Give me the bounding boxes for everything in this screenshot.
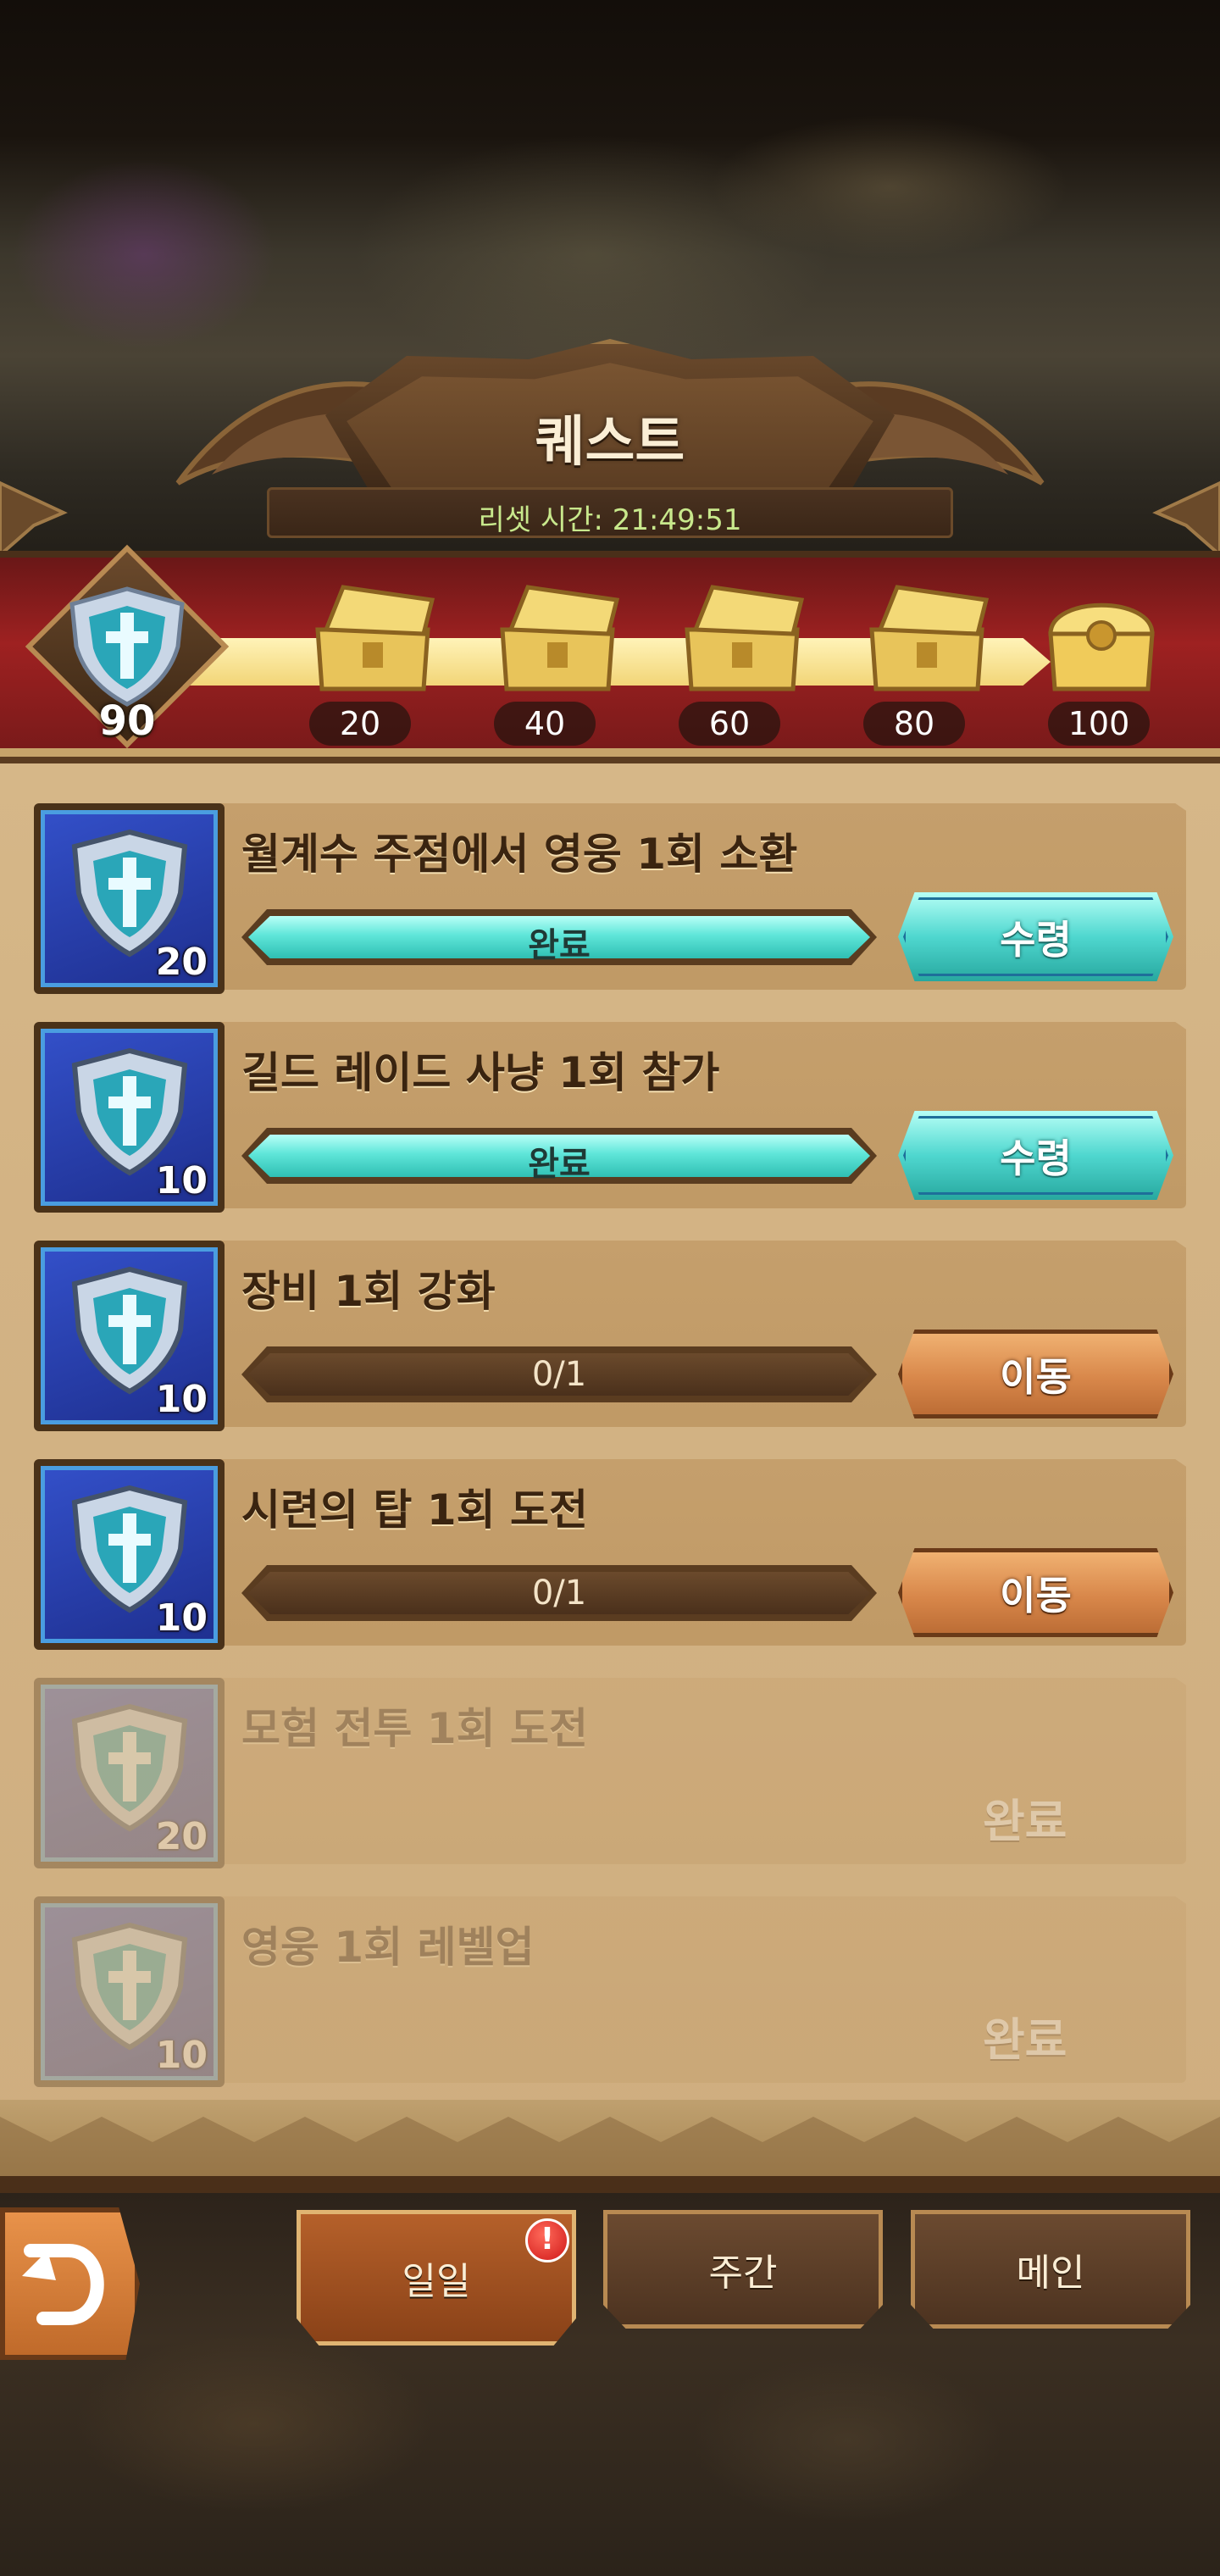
panel-bottom-border — [0, 2100, 1220, 2193]
reward-amount: 10 — [155, 2034, 208, 2077]
milestone-label: 60 — [679, 702, 780, 746]
quest-item: 20 월계수 주점에서 영웅 1회 소환 완료 수령 — [34, 803, 1186, 994]
quest-title: 월계수 주점에서 영웅 1회 소환 — [241, 830, 798, 879]
quest-progress-bar: 완료 — [241, 1128, 877, 1184]
quest-item: 10 길드 레이드 사냥 1회 참가 완료 수령 — [34, 1022, 1186, 1213]
quest-reward-icon: 10 — [34, 1022, 225, 1213]
tab-daily-label: 일일 — [402, 2260, 471, 2303]
quest-title: 영웅 1회 레벨업 — [241, 1923, 535, 1972]
quest-reward-icon: 10 — [34, 1241, 225, 1431]
title-plaque: 퀘스트 리셋 시간: 21:49:51 — [144, 305, 1076, 551]
shield-icon — [69, 586, 185, 707]
alert-badge: ! — [525, 2218, 569, 2262]
quest-title: 길드 레이드 사냥 1회 참가 — [241, 1048, 720, 1097]
milestone-label: 80 — [863, 702, 965, 746]
tab-main-label: 메인 — [1016, 2251, 1085, 2295]
quest-title: 모험 전투 1회 도전 — [241, 1704, 589, 1753]
reward-chest-icon[interactable] — [674, 583, 810, 693]
milestone-label: 40 — [494, 702, 596, 746]
reward-amount: 10 — [155, 1159, 208, 1202]
points-emblem: 90 — [17, 544, 237, 752]
quest-item-completed: 20 모험 전투 1회 도전 완료 — [34, 1678, 1186, 1868]
quest-reward-icon: 20 — [34, 803, 225, 994]
quest-panel: 90 20 40 60 80 100 20 월계수 주점에서 영웅 1회 소환 … — [0, 544, 1220, 2193]
reward-chest-icon[interactable] — [859, 583, 995, 693]
reward-amount: 20 — [155, 941, 208, 984]
milestone-label: 20 — [309, 702, 411, 746]
quest-title: 장비 1회 강화 — [241, 1267, 496, 1316]
quest-item: 10 장비 1회 강화 0/1 이동 — [34, 1241, 1186, 1431]
tab-weekly[interactable]: 주간 — [603, 2210, 883, 2329]
reset-timer-bar: 리셋 시간: 21:49:51 — [267, 487, 953, 538]
reward-amount: 10 — [155, 1378, 208, 1421]
tab-weekly-label: 주간 — [708, 2251, 778, 2295]
reward-amount: 10 — [155, 1596, 208, 1640]
progress-text: 완료 — [528, 926, 591, 965]
completed-status: 완료 — [983, 1795, 1068, 1848]
right-corner-horn-ornament — [1152, 480, 1220, 558]
claim-button-label: 수령 — [1000, 916, 1072, 963]
quest-reward-icon: 10 — [34, 1459, 225, 1650]
quest-item-completed: 10 영웅 1회 레벨업 완료 — [34, 1896, 1186, 2087]
reward-amount: 20 — [155, 1815, 208, 1858]
zigzag-border-decoration — [0, 2117, 1220, 2193]
go-button-label: 이동 — [1000, 1353, 1072, 1400]
reset-timer: 리셋 시간: 21:49:51 — [269, 497, 951, 538]
quest-item: 10 시련의 탑 1회 도전 0/1 이동 — [34, 1459, 1186, 1650]
reward-progress-strip: 90 20 40 60 80 100 — [0, 544, 1220, 763]
milestone-label: 100 — [1048, 702, 1150, 746]
claim-button[interactable]: 수령 — [898, 892, 1173, 981]
quest-reward-icon: 10 — [34, 1896, 225, 2087]
go-button[interactable]: 이동 — [898, 1548, 1173, 1637]
reward-chest-icon[interactable] — [305, 583, 441, 693]
quest-progress-bar: 완료 — [241, 909, 877, 965]
tab-main[interactable]: 메인 — [911, 2210, 1190, 2329]
go-button-label: 이동 — [1000, 1572, 1072, 1618]
quest-title: 시련의 탑 1회 도전 — [241, 1485, 589, 1535]
current-points: 90 — [98, 697, 156, 745]
back-arrow-icon — [22, 2244, 104, 2325]
completed-status: 완료 — [983, 2013, 1068, 2067]
quest-reward-icon: 20 — [34, 1678, 225, 1868]
reset-label: 리셋 시간: — [478, 503, 603, 537]
progress-text: 0/1 — [531, 1574, 587, 1613]
reset-time: 21:49:51 — [612, 503, 742, 537]
quest-progress-bar: 0/1 — [241, 1565, 877, 1621]
claim-button-label: 수령 — [1000, 1135, 1072, 1181]
quest-progress-bar: 0/1 — [241, 1346, 877, 1402]
page-title: 퀘스트 — [535, 411, 685, 474]
reward-chest-closed-icon[interactable] — [1034, 583, 1169, 693]
go-button[interactable]: 이동 — [898, 1330, 1173, 1418]
progress-text: 0/1 — [531, 1355, 587, 1394]
left-corner-horn-ornament — [0, 480, 68, 558]
back-button[interactable] — [0, 2207, 140, 2360]
reward-chest-icon[interactable] — [490, 583, 625, 693]
progress-text: 완료 — [528, 1145, 591, 1184]
claim-button[interactable]: 수령 — [898, 1111, 1173, 1200]
